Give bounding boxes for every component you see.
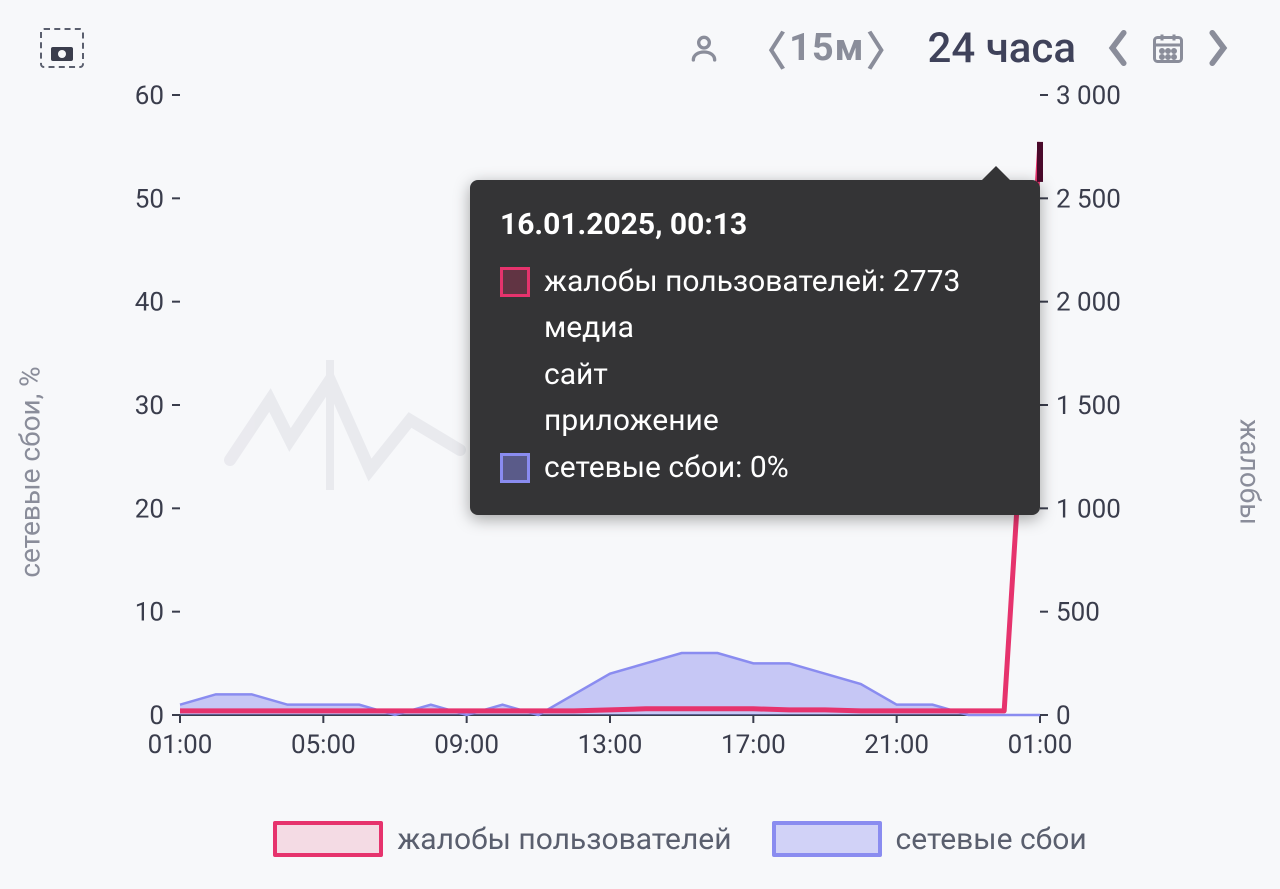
range-15m[interactable]: 〈15м〉 <box>746 19 907 77</box>
prev-range-button[interactable] <box>1096 26 1140 70</box>
svg-text:0: 0 <box>149 701 164 731</box>
legend-swatch-complaints <box>273 821 383 857</box>
svg-text:09:00: 09:00 <box>434 730 499 760</box>
y-right-axis-title: жалобы <box>1234 419 1267 525</box>
svg-text:60: 60 <box>135 85 164 111</box>
legend-label-failures: сетевые сбои <box>896 822 1087 857</box>
tooltip-timestamp: 16.01.2025, 00:13 <box>500 202 1010 249</box>
tooltip-sub-site: сайт <box>500 352 1010 399</box>
tooltip-sub-media: медиа <box>500 305 1010 352</box>
tooltip-complaints-label: жалобы пользователей: 2773 <box>544 259 960 306</box>
svg-text:1 000: 1 000 <box>1056 494 1121 524</box>
legend-item-complaints[interactable]: жалобы пользователей <box>273 821 731 857</box>
chart-tooltip: 16.01.2025, 00:13 жалобы пользователей: … <box>470 180 1040 515</box>
svg-text:1 500: 1 500 <box>1056 391 1121 421</box>
svg-text:2 000: 2 000 <box>1056 288 1121 318</box>
svg-text:05:00: 05:00 <box>291 730 356 760</box>
chart-legend: жалобы пользователей сетевые сбои <box>120 815 1240 863</box>
tooltip-swatch-failures <box>500 453 530 483</box>
chart-area[interactable]: сетевые сбои, % жалобы 0102030405060 050… <box>40 85 1240 859</box>
svg-text:21:00: 21:00 <box>864 730 929 760</box>
svg-text:3 000: 3 000 <box>1056 85 1121 111</box>
tooltip-failures-label: сетевые сбои: 0% <box>544 445 789 492</box>
svg-text:20: 20 <box>135 494 164 524</box>
legend-swatch-failures <box>772 821 882 857</box>
svg-text:30: 30 <box>135 391 164 421</box>
svg-text:01:00: 01:00 <box>1008 730 1073 760</box>
tooltip-sub-app: приложение <box>500 398 1010 445</box>
svg-text:2 500: 2 500 <box>1056 184 1121 214</box>
chart-toolbar: 〈15м〉 24 часа <box>40 18 1240 78</box>
user-icon[interactable] <box>682 26 726 70</box>
svg-text:10: 10 <box>135 598 164 628</box>
next-range-button[interactable] <box>1196 26 1240 70</box>
svg-text:0: 0 <box>1056 701 1071 731</box>
range-15m-label: 15м <box>789 26 864 70</box>
svg-text:13:00: 13:00 <box>578 730 643 760</box>
svg-text:40: 40 <box>135 288 164 318</box>
svg-text:01:00: 01:00 <box>148 730 213 760</box>
camera-icon <box>50 44 74 62</box>
tooltip-swatch-complaints <box>500 267 530 297</box>
svg-text:50: 50 <box>135 184 164 214</box>
legend-label-complaints: жалобы пользователей <box>397 822 731 857</box>
svg-text:17:00: 17:00 <box>721 730 786 760</box>
svg-text:500: 500 <box>1056 598 1100 628</box>
watermark-icon <box>230 360 490 490</box>
range-24h[interactable]: 24 часа <box>928 24 1076 73</box>
screenshot-button[interactable] <box>40 26 84 70</box>
legend-item-failures[interactable]: сетевые сбои <box>772 821 1087 857</box>
calendar-button[interactable] <box>1146 26 1190 70</box>
